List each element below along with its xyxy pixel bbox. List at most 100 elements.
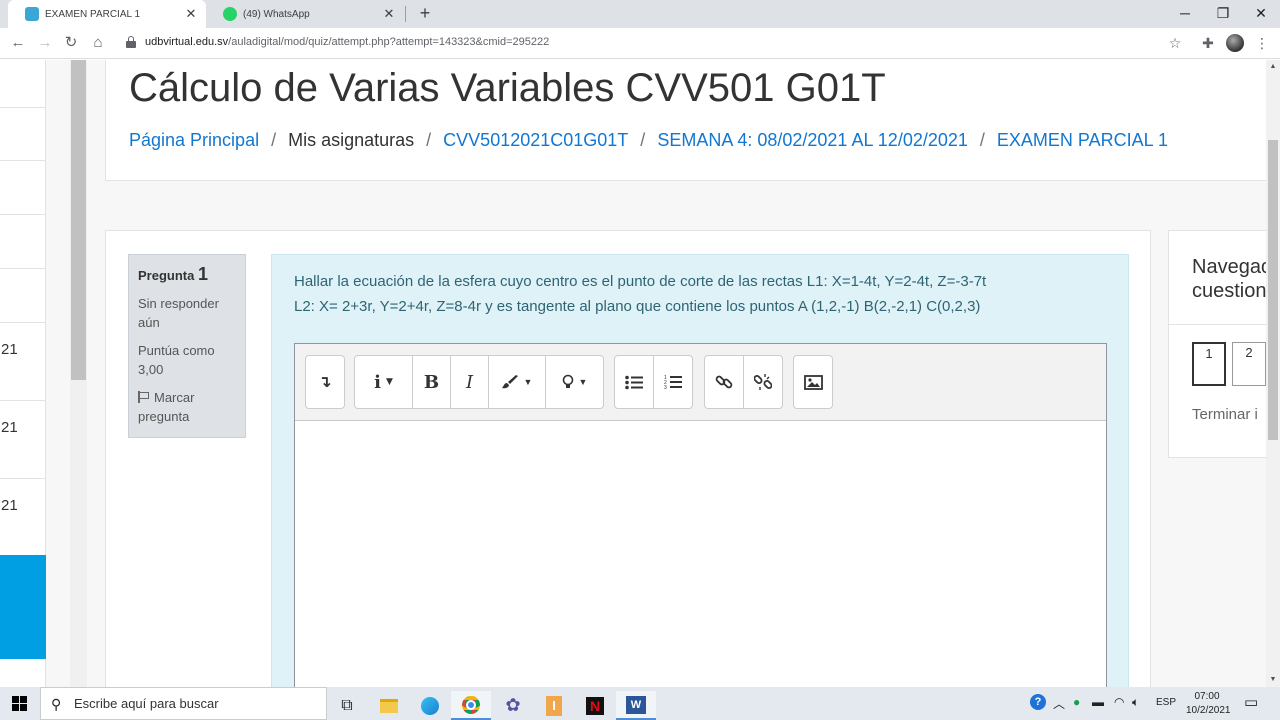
drawer-item-label: 21 bbox=[1, 497, 18, 514]
back-arrow-icon[interactable]: ← bbox=[7, 32, 29, 54]
svg-text:3: 3 bbox=[664, 385, 667, 390]
quiz-nav-title: Navegac cuestion bbox=[1192, 255, 1271, 303]
drawer-item[interactable] bbox=[0, 107, 46, 160]
editor-text-area[interactable] bbox=[295, 422, 1106, 687]
file-explorer-icon[interactable] bbox=[369, 691, 409, 720]
drawer-item-label: 21 bbox=[1, 419, 18, 436]
paintbrush-icon[interactable]: ▼ bbox=[489, 356, 546, 408]
scrollbar-thumb[interactable] bbox=[71, 60, 86, 380]
word-icon[interactable]: W bbox=[616, 691, 656, 720]
quiz-nav-title-line: cuestion bbox=[1192, 280, 1267, 302]
info-dropdown-icon[interactable]: i ▼ bbox=[355, 356, 413, 408]
quiz-nav-button[interactable]: 1 bbox=[1192, 342, 1226, 386]
quiz-main-region: Pregunta 1 Sin responder aún Puntúa como… bbox=[105, 230, 1151, 687]
question-content: Hallar la ecuación de la esfera cuyo cen… bbox=[271, 254, 1129, 687]
breadcrumb-separator: / bbox=[426, 130, 432, 150]
home-icon[interactable]: ⌂ bbox=[87, 32, 109, 54]
address-bar[interactable]: udbvirtual.edu.sv/auladigital/mod/quiz/a… bbox=[114, 31, 1194, 55]
netflix-icon[interactable]: N bbox=[575, 691, 615, 720]
toolbar-group bbox=[704, 355, 783, 409]
app-i-icon[interactable]: I bbox=[534, 691, 574, 720]
whatsapp-favicon-icon bbox=[223, 7, 237, 21]
page-title: Cálculo de Varias Variables CVV501 G01T bbox=[129, 66, 886, 110]
tab-whatsapp[interactable]: (49) WhatsApp ✕ bbox=[206, 0, 404, 28]
tab-separator bbox=[405, 6, 406, 22]
profile-avatar[interactable] bbox=[1226, 34, 1244, 52]
battery-icon[interactable]: ▬ bbox=[1092, 695, 1104, 709]
minimize-icon[interactable]: ─ bbox=[1166, 0, 1204, 28]
volume-icon[interactable]: 🔈︎ bbox=[1132, 695, 1139, 710]
unlink-icon[interactable] bbox=[744, 356, 783, 408]
search-icon: ⚲ bbox=[51, 696, 62, 712]
toggle-toolbar-icon[interactable]: ↴ bbox=[306, 356, 344, 408]
scrollbar-thumb[interactable] bbox=[1268, 140, 1278, 440]
tab-title: (49) WhatsApp bbox=[243, 8, 310, 20]
task-view-icon[interactable]: ⧉ bbox=[327, 691, 367, 720]
italic-icon[interactable]: I bbox=[451, 356, 489, 408]
windows-start-icon[interactable] bbox=[12, 696, 27, 711]
bold-icon[interactable]: B bbox=[413, 356, 451, 408]
question-text: Hallar la ecuación de la esfera cuyo cen… bbox=[294, 269, 986, 319]
breadcrumb-separator: / bbox=[640, 130, 646, 150]
page-scrollbar[interactable]: ▲ ▼ bbox=[1266, 60, 1280, 687]
editor-toolbar: ↴ i ▼ B I ▼ ▼ 1 2 3 bbox=[295, 344, 1106, 421]
finish-attempt-link[interactable]: Terminar i bbox=[1192, 406, 1258, 423]
toolbar-group: i ▼ B I ▼ ▼ bbox=[354, 355, 604, 409]
drawer-item[interactable]: 21 bbox=[0, 478, 46, 555]
bullet-list-icon[interactable] bbox=[615, 356, 654, 408]
bookmark-star-icon[interactable]: ☆ bbox=[1166, 34, 1184, 52]
breadcrumb-separator: / bbox=[271, 130, 277, 150]
question-number: Pregunta 1 bbox=[138, 265, 236, 285]
question-text-line: Hallar la ecuación de la esfera cuyo cen… bbox=[294, 273, 987, 290]
link-icon[interactable] bbox=[705, 356, 744, 408]
breadcrumb-quiz[interactable]: EXAMEN PARCIAL 1 bbox=[997, 130, 1168, 150]
flag-icon bbox=[138, 391, 149, 403]
quiz-nav-button[interactable]: 2 bbox=[1232, 342, 1266, 386]
toolbar-group: 123 bbox=[614, 355, 693, 409]
drawer-item[interactable] bbox=[0, 268, 46, 322]
scroll-up-icon[interactable]: ▲ bbox=[1266, 60, 1280, 74]
new-tab-icon[interactable]: + bbox=[414, 2, 436, 24]
wifi-icon[interactable]: ◠ bbox=[1114, 695, 1124, 709]
edge-icon[interactable] bbox=[410, 691, 450, 720]
breadcrumb-week[interactable]: SEMANA 4: 08/02/2021 AL 12/02/2021 bbox=[657, 130, 968, 150]
numbered-list-icon[interactable]: 123 bbox=[654, 356, 693, 408]
breadcrumb-home[interactable]: Página Principal bbox=[129, 130, 259, 150]
browser-tab-bar: EXAMEN PARCIAL 1 ✕ (49) WhatsApp ✕ + ─ ❐… bbox=[0, 0, 1280, 28]
drawer-scrollbar[interactable] bbox=[70, 60, 87, 687]
drawer-item[interactable] bbox=[0, 214, 46, 268]
breadcrumb-separator: / bbox=[979, 130, 985, 150]
drawer-item[interactable]: 21 bbox=[0, 400, 46, 478]
help-icon[interactable]: ? bbox=[1030, 694, 1046, 710]
forward-arrow-icon[interactable]: → bbox=[34, 32, 56, 54]
chrome-icon[interactable] bbox=[451, 691, 491, 720]
show-hidden-icons-chevron-icon[interactable]: ︿ bbox=[1053, 695, 1065, 712]
clock-date: 10/2/2021 bbox=[1186, 705, 1231, 716]
page-header: Cálculo de Varias Variables CVV501 G01T … bbox=[105, 60, 1280, 181]
flag-question-link[interactable]: Marcar pregunta bbox=[138, 388, 236, 426]
close-window-icon[interactable]: ✕ bbox=[1242, 0, 1280, 28]
maximize-icon[interactable]: ❐ bbox=[1204, 0, 1242, 28]
tab-title: EXAMEN PARCIAL 1 bbox=[45, 8, 141, 20]
lightbulb-icon[interactable]: ▼ bbox=[546, 356, 603, 408]
security-shield-icon[interactable]: ● bbox=[1073, 695, 1080, 709]
drawer-item[interactable] bbox=[0, 160, 46, 214]
language-indicator[interactable]: ESP bbox=[1156, 697, 1176, 708]
drawer-item[interactable]: 21 bbox=[0, 322, 46, 400]
drawer-item-active[interactable] bbox=[0, 555, 46, 659]
notifications-icon[interactable]: ▭ bbox=[1244, 693, 1258, 711]
taskbar-clock[interactable]: 07:00 10/2/2021 bbox=[1186, 690, 1231, 718]
tab-examen-parcial[interactable]: EXAMEN PARCIAL 1 ✕ bbox=[8, 0, 206, 28]
breadcrumb-course[interactable]: CVV5012021C01G01T bbox=[443, 130, 628, 150]
app-settings-icon[interactable]: ✿ bbox=[493, 691, 533, 720]
kebab-menu-icon[interactable]: ⋮ bbox=[1253, 34, 1271, 52]
reload-icon[interactable]: ↻ bbox=[60, 32, 82, 54]
image-icon[interactable] bbox=[794, 356, 832, 408]
close-tab-icon[interactable]: ✕ bbox=[380, 6, 398, 22]
extensions-puzzle-icon[interactable]: ✚ bbox=[1199, 34, 1217, 52]
close-tab-icon[interactable]: ✕ bbox=[182, 6, 200, 22]
question-text-line: L2: X= 2+3r, Y=2+4r, Z=8-4r y es tangent… bbox=[294, 298, 981, 315]
taskbar-search[interactable]: ⚲ Escribe aquí para buscar bbox=[40, 687, 327, 720]
question-info-panel: Pregunta 1 Sin responder aún Puntúa como… bbox=[128, 254, 246, 438]
scroll-down-icon[interactable]: ▼ bbox=[1266, 673, 1280, 687]
